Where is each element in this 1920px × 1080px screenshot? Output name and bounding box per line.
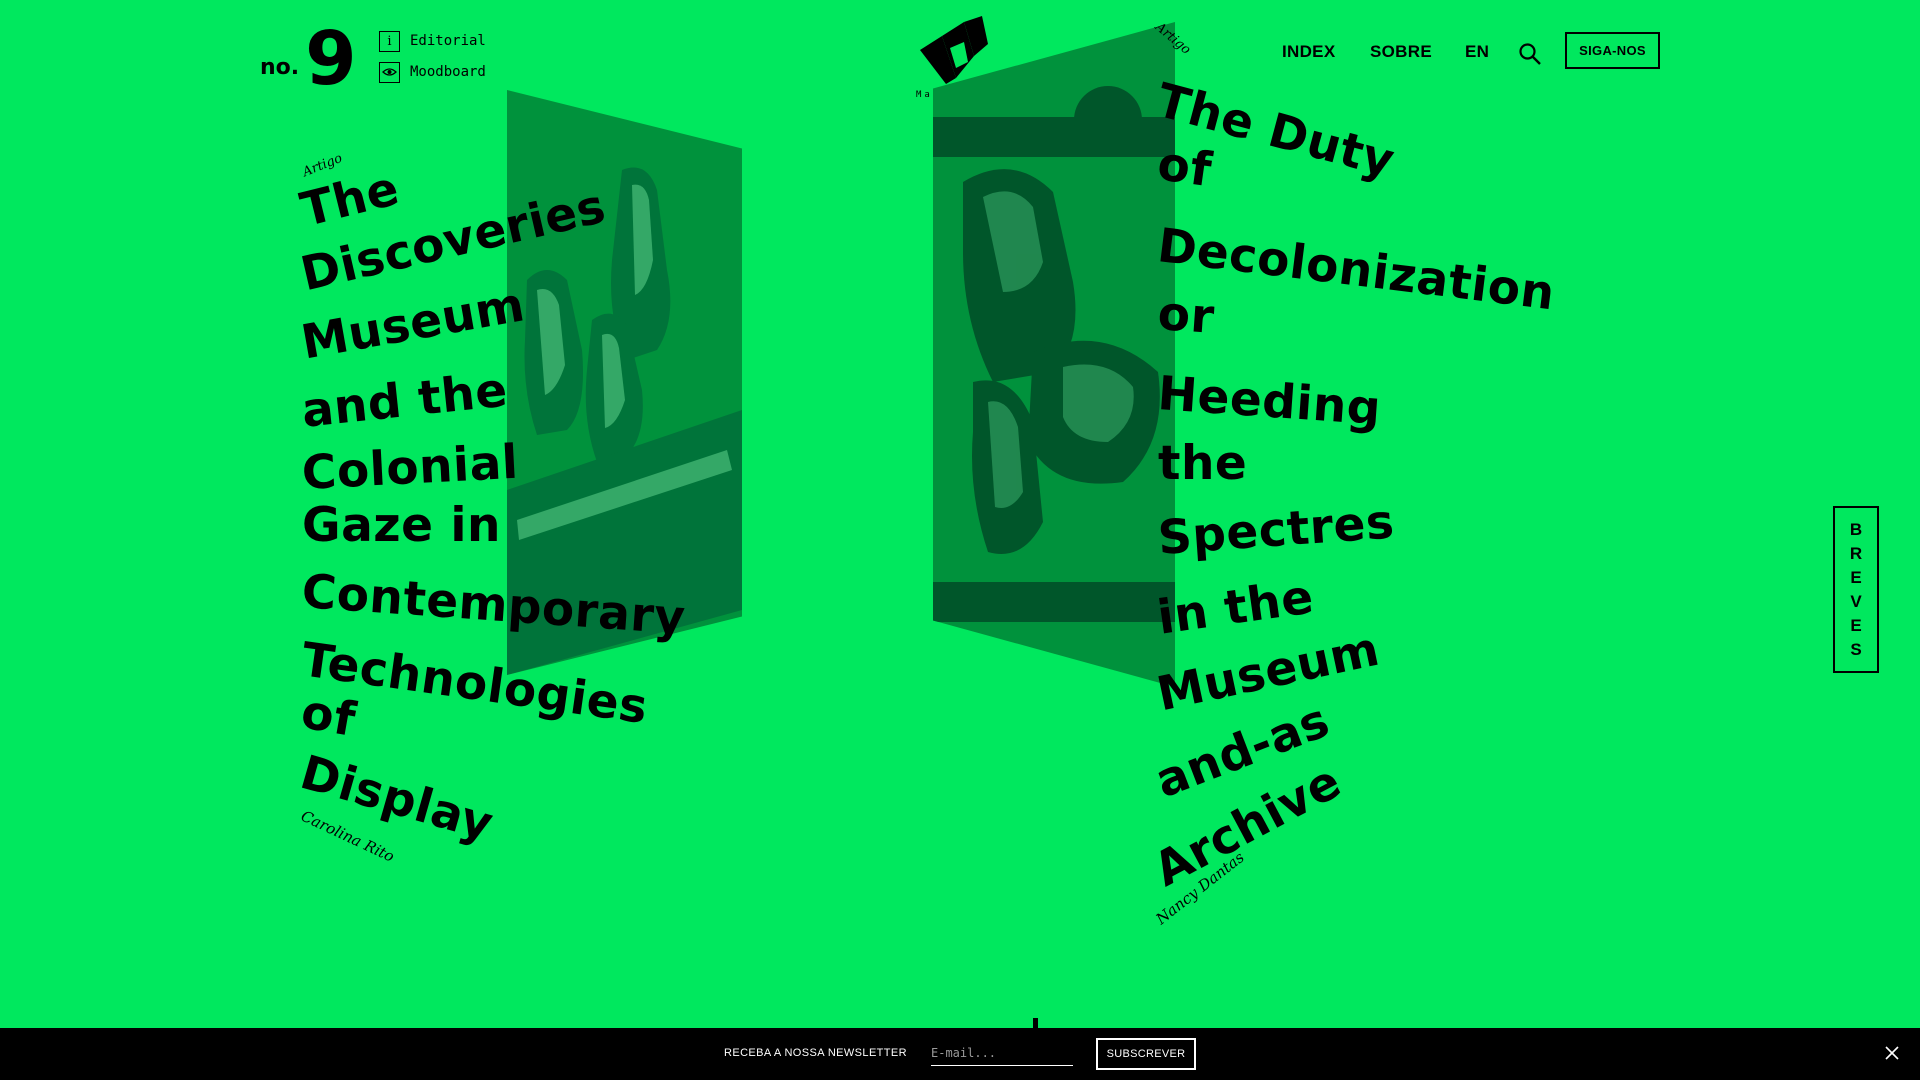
follow-us-button[interactable]: SIGA-NOS bbox=[1565, 32, 1660, 69]
article-1-title-line: Colonial bbox=[300, 434, 520, 501]
article-2-image[interactable] bbox=[933, 22, 1175, 687]
issue-number-value: 9 bbox=[305, 16, 356, 102]
article-2-title-line: of bbox=[1154, 136, 1216, 199]
moodboard-label: Moodboard bbox=[410, 64, 486, 80]
newsletter-bar: RECEBA A NOSSA NEWSLETTER SUBSCREVER bbox=[0, 1028, 1920, 1080]
nav-index: INDEX bbox=[1282, 42, 1335, 62]
language-switch-link[interactable]: EN bbox=[1465, 42, 1489, 62]
search-button[interactable] bbox=[1518, 42, 1542, 66]
breves-letter: V bbox=[1850, 591, 1862, 611]
issue-number: no. 9 bbox=[260, 16, 357, 102]
close-newsletter-button[interactable] bbox=[1884, 1045, 1900, 1061]
newsletter-label: RECEBA A NOSSA NEWSLETTER bbox=[724, 1047, 907, 1059]
nav-sobre-link[interactable]: SOBRE bbox=[1370, 42, 1432, 62]
breves-letter: R bbox=[1849, 543, 1863, 563]
newsletter-email-input[interactable] bbox=[931, 1040, 1073, 1066]
nav-index-link[interactable]: INDEX bbox=[1282, 42, 1335, 62]
article-2-title-line: Spectres bbox=[1156, 494, 1397, 566]
breves-letter: E bbox=[1850, 567, 1862, 587]
close-icon bbox=[1885, 1046, 1899, 1060]
nav-sobre: SOBRE bbox=[1370, 42, 1432, 62]
subscribe-button[interactable]: SUBSCREVER bbox=[1096, 1038, 1196, 1070]
breves-button[interactable]: B R E V E S bbox=[1833, 506, 1879, 673]
issue-prefix: no. bbox=[260, 55, 300, 80]
content-peek-mark bbox=[1033, 1018, 1038, 1028]
breves-letter: B bbox=[1849, 519, 1863, 539]
article-1-title-line: and the bbox=[299, 362, 511, 439]
editorial-link[interactable]: i Editorial bbox=[379, 30, 486, 52]
breves-letter: S bbox=[1850, 639, 1862, 659]
moodboard-link[interactable]: Moodboard bbox=[379, 61, 486, 83]
figure-painting-icon bbox=[933, 86, 1175, 622]
article-1-title-line: of bbox=[297, 684, 360, 748]
nav-lang: EN bbox=[1465, 42, 1489, 62]
info-icon: i bbox=[379, 30, 400, 52]
article-2-title-line: or bbox=[1156, 286, 1217, 345]
issue-links: i Editorial Moodboard bbox=[379, 30, 486, 92]
article-2-title-line: in the bbox=[1154, 569, 1318, 646]
article-2-title-line: the bbox=[1158, 436, 1248, 491]
editorial-label: Editorial bbox=[410, 33, 486, 49]
article-1-title-line: Gaze in bbox=[302, 498, 501, 553]
search-icon bbox=[1519, 43, 1541, 65]
eye-icon bbox=[379, 61, 400, 83]
breves-letter: E bbox=[1850, 615, 1862, 635]
article-2-title-line: Decolonization bbox=[1154, 218, 1558, 322]
article-2-title-line: Heeding bbox=[1156, 366, 1383, 437]
